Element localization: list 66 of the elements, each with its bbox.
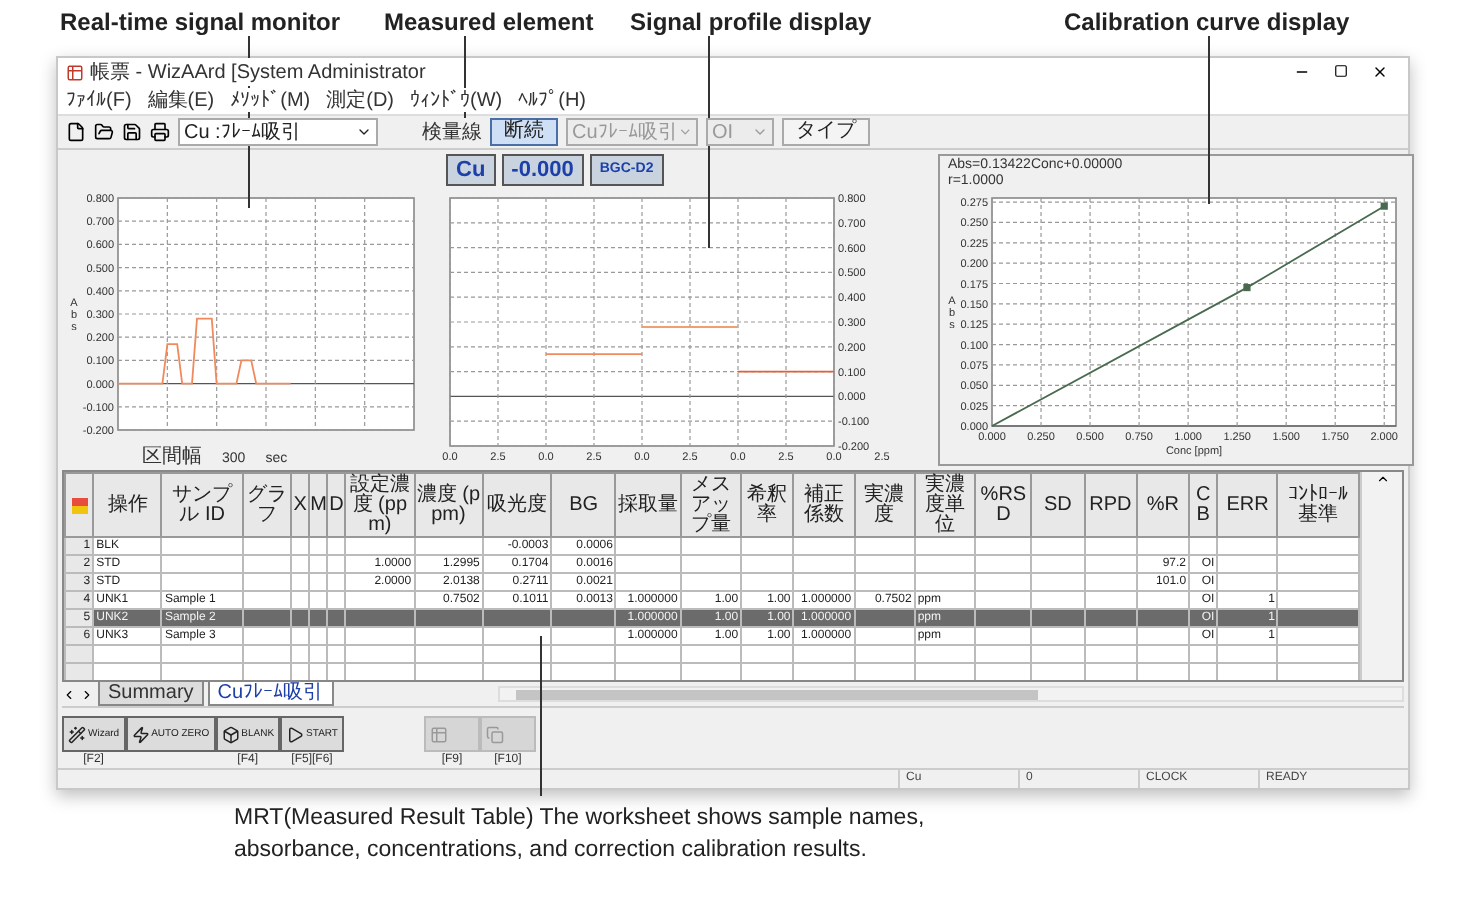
sheet-tab[interactable]: Summary	[98, 682, 204, 706]
mode-label: 検量線	[422, 118, 482, 146]
column-header: ERR	[1217, 473, 1278, 537]
column-header: %RSD	[975, 473, 1032, 537]
signal-line	[737, 370, 835, 373]
column-header: 吸光度	[482, 473, 552, 537]
column-header: 実濃度単位	[914, 473, 976, 537]
callout-label: Calibration curve display	[1064, 8, 1352, 36]
scroll-up-icon[interactable]	[1375, 472, 1389, 486]
copy-icon	[485, 725, 504, 743]
element-symbol: Cu	[446, 154, 496, 186]
previous-sheet-icon[interactable]	[62, 687, 76, 701]
vertical-scrollbar[interactable]	[1360, 472, 1402, 680]
column-header: 採取量	[615, 473, 681, 537]
column-header: 補正係数	[793, 473, 855, 537]
column-header: 濃度 (ppm)	[414, 473, 483, 537]
column-header: 操作	[93, 473, 162, 537]
window-title: 帳票 - WizAArd [System Administrator	[90, 58, 430, 86]
column-header: SD	[1031, 473, 1085, 537]
column-header: メスアップ量	[680, 473, 742, 537]
sheet-tab[interactable]: Cuﾌﾚｰﾑ吸引	[207, 682, 334, 706]
measured-value: -0.000	[501, 154, 584, 186]
lightning-icon	[131, 725, 150, 743]
mode-button[interactable]: 断続	[490, 118, 558, 146]
folder-icon[interactable]	[94, 122, 114, 142]
save-icon[interactable]	[122, 122, 142, 142]
cube-icon	[221, 725, 240, 743]
callout-text: MRT(Measured Result Table) The worksheet shows sample names, absorbance, concentrations, and correction calibration results.	[234, 804, 927, 866]
column-header: 実濃度	[854, 473, 915, 537]
play-icon	[286, 725, 305, 743]
interval-label: 区間幅	[142, 444, 202, 470]
new-file-icon[interactable]	[66, 122, 86, 142]
horizontal-scrollbar[interactable]	[497, 686, 1404, 702]
menu-item[interactable]: ﾒｿｯﾄﾞ(M)	[230, 88, 311, 112]
column-header: %R	[1136, 473, 1190, 537]
type-button[interactable]: タイプ	[782, 118, 870, 146]
menu-item[interactable]: ﾍﾙﾌﾟ(H)	[518, 88, 587, 112]
sheet-icon	[71, 497, 88, 513]
column-header: RPD	[1084, 473, 1137, 537]
app-icon	[66, 63, 84, 81]
wand-icon	[68, 725, 86, 743]
callout-label: Measured element	[384, 8, 596, 36]
callout-label: Signal profile display	[630, 8, 874, 36]
column-header: グラフ	[242, 473, 292, 537]
column-header: サンプル ID	[161, 473, 243, 537]
menu-item[interactable]: ｳｨﾝﾄﾞｳ(W)	[410, 88, 503, 112]
column-header: ｺﾝﾄﾛｰﾙ基準	[1277, 473, 1359, 537]
chevron-down-icon	[677, 124, 692, 140]
method-dropdown[interactable]: Cu :ﾌﾚｰﾑ吸引	[178, 118, 378, 146]
menu-item[interactable]: ﾌｧｲﾙ(F)	[66, 88, 132, 112]
column-header: 設定濃度 (ppm)	[345, 473, 415, 537]
signal-line	[545, 353, 643, 356]
table-icon	[429, 725, 448, 743]
close-icon[interactable]	[1372, 64, 1388, 80]
signal-line	[641, 326, 739, 328]
print-icon[interactable]	[150, 122, 170, 142]
column-header: 希釈率	[741, 473, 794, 537]
menu-item[interactable]: 測定(D)	[326, 86, 395, 114]
maximize-icon[interactable]	[1334, 64, 1348, 78]
chevron-down-icon	[356, 124, 372, 140]
callout-label: Real-time signal monitor	[60, 8, 343, 36]
chevron-down-icon	[752, 124, 768, 140]
column-header: CB	[1189, 473, 1218, 537]
menu-item[interactable]: 編集(E)	[147, 86, 215, 114]
next-sheet-icon[interactable]	[80, 687, 94, 701]
column-header: BG	[551, 473, 616, 537]
